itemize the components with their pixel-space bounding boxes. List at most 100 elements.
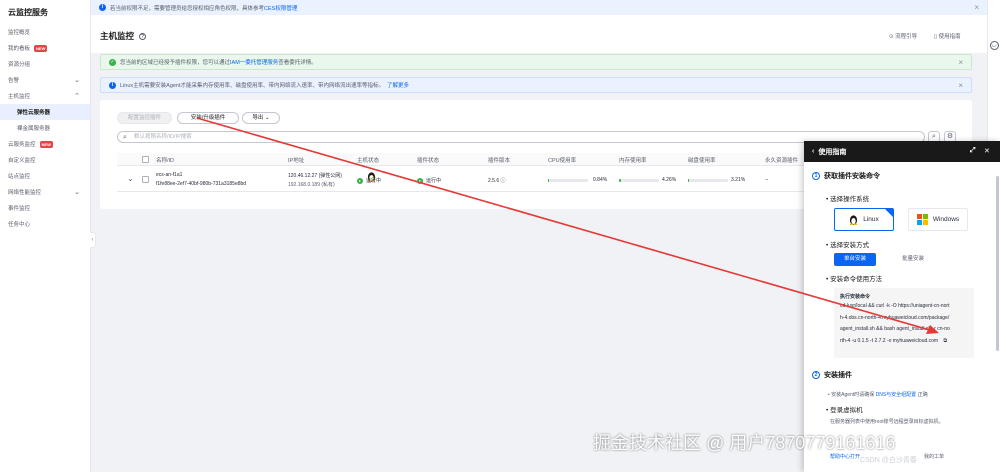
sidebar-item-label: 事件监控: [8, 206, 31, 212]
login-host-text: 登录虚拟机: [830, 407, 863, 414]
cmd-line: cd /usr/local && curl -k -O https://unia…: [840, 303, 950, 309]
disk-usage-fill: [688, 179, 690, 182]
flow-guide-label: 流程引导: [895, 34, 918, 40]
agent-info-alert: i Linux主机需要安装Agent才能采集内存使用率、磁盘使用率、带内网络流入…: [100, 77, 972, 93]
agent-version-text: 2.5.6: [488, 178, 500, 184]
sidebar-nav: 监控概览 我的看板 NEW 资源分组 告警 ⌄ 主机监控 ⌃ 弹性云服务器 裸金属服务器 云服务监控…: [0, 24, 90, 232]
close-icon[interactable]: ✕: [984, 147, 990, 155]
guide-scrollbar[interactable]: [996, 176, 999, 351]
close-icon[interactable]: ×: [974, 3, 979, 12]
page-title: 主机监控?: [100, 30, 147, 42]
agent-alert-link[interactable]: 了解更多: [387, 81, 409, 89]
guide-step-2: 2 安装插件: [812, 370, 852, 380]
auth-alert-tail: 查看委托详情。: [278, 60, 317, 66]
sidebar-item-10[interactable]: 网络性能监控 ⌄: [0, 184, 90, 200]
guide-step-1: 1 获取插件安装命令: [812, 171, 880, 181]
config-plugin-button[interactable]: 配置监控插件: [117, 112, 172, 124]
sidebar-item-6[interactable]: 裸金属服务器: [0, 120, 90, 136]
os-card-windows[interactable]: Windows: [908, 208, 968, 231]
export-button[interactable]: 导出 ⌄: [242, 112, 280, 124]
select-all-checkbox[interactable]: [142, 156, 149, 163]
choose-method-label: • 选择安装方式: [826, 242, 870, 249]
cpu-usage-value: 0.84%: [593, 177, 608, 183]
permission-notice: i 若当前权限不足，需要管理员给您授权相应角色权限，具体参考 CES权限管理 ×: [91, 0, 987, 15]
tab-single-install[interactable]: 单台安装: [834, 253, 876, 266]
help-icon[interactable]: ?: [139, 33, 147, 40]
guide-title: 使用指南: [818, 148, 847, 156]
search-placeholder: 默认按照名称/ID/IP搜索: [134, 134, 192, 140]
perm-plugin-value: --: [765, 177, 769, 183]
os-card-linux[interactable]: Linux: [834, 208, 894, 231]
feedback-smile-icon[interactable]: ◡: [989, 41, 999, 50]
sidebar-item-label: 监控概览: [8, 30, 31, 36]
sidebar-item-label: 告警: [8, 78, 20, 84]
dns-config-link[interactable]: DNS与安全组配置: [876, 392, 917, 398]
sidebar-item-label: 弹性云服务器: [17, 110, 51, 116]
sidebar-item-1[interactable]: 我的看板 NEW: [0, 40, 90, 56]
th-perm: 永久资源插件: [765, 158, 799, 164]
sidebar-item-11[interactable]: 事件监控: [0, 200, 90, 216]
sidebar-item-3[interactable]: 告警 ⌄: [0, 72, 90, 88]
agent-status-text: 运行中: [426, 178, 442, 184]
tab-batch-install[interactable]: 批量安装: [892, 253, 934, 266]
permission-notice-link[interactable]: CES权限管理: [264, 4, 297, 12]
host-name-link[interactable]: ecs-an-f1a1: [156, 172, 182, 178]
cpu-usage-bar: [548, 179, 588, 182]
watermark-small-text: CSDN @白沙青春: [860, 457, 917, 464]
windows-label: Windows: [932, 216, 960, 223]
cmd-title: 执行安装命令: [840, 294, 871, 300]
row-checkbox[interactable]: [142, 176, 149, 183]
close-icon[interactable]: ×: [958, 58, 963, 67]
install-cmd-label: • 安装命令使用方法: [826, 276, 883, 283]
mem-usage-bar: [619, 179, 659, 182]
running-status-icon: ▸: [357, 178, 363, 184]
th-mem: 内存使用率: [619, 158, 647, 164]
guide-panel-header: ‹ 使用指南 ⤢ ✕: [804, 141, 1000, 162]
sidebar-item-label: 主机监控: [8, 94, 31, 100]
public-ip[interactable]: 120.46.12.27 (弹性公网): [288, 172, 342, 179]
sidebar-item-12[interactable]: 任务中心: [0, 216, 90, 232]
sidebar-item-9[interactable]: 站点监控: [0, 168, 90, 184]
mem-usage-value: 4.26%: [662, 177, 677, 183]
running-status-icon: ▸: [417, 178, 423, 184]
export-label: 导出: [252, 115, 264, 121]
step-2-title: 安装插件: [824, 372, 852, 379]
host-id: f1fe88ee-2ef7-40bf-980b-731a3185e8bd: [156, 181, 247, 187]
search-icon: ⌕: [123, 134, 127, 141]
sidebar-item-7[interactable]: 云服务监控 NEW: [0, 136, 90, 152]
sidebar-item-4[interactable]: 主机监控 ⌃: [0, 88, 90, 104]
windows-logo-icon: [916, 214, 928, 225]
sidebar-item-5[interactable]: 弹性云服务器: [0, 104, 90, 120]
sidebar-item-label: 我的看板: [8, 46, 31, 52]
sidebar-item-0[interactable]: 监控概览: [0, 24, 90, 40]
sidebar-collapse-handle[interactable]: ‹: [90, 232, 96, 248]
th-disk: 磁盘使用率: [688, 158, 716, 164]
flow-guide-link[interactable]: ⊙ 流程引导: [889, 32, 917, 40]
sidebar-brand: 云监控服务: [8, 8, 48, 17]
back-chevron-icon[interactable]: ‹: [812, 148, 814, 155]
step-1-title: 获取插件安装命令: [824, 173, 880, 180]
new-badge: NEW: [34, 44, 48, 52]
login-host-desc: 在服务器列表中使用root账号远程登录目标虚拟机。: [830, 419, 944, 425]
auth-alert-link[interactable]: IAM一委托管理服务: [230, 58, 278, 66]
copy-icon[interactable]: ⧉: [944, 338, 948, 344]
agent-version: 2.5.6 ⓘ: [488, 178, 506, 184]
sidebar-item-8[interactable]: 自定义监控: [0, 152, 90, 168]
sidebar-item-2[interactable]: 资源分组: [0, 56, 90, 72]
install-plugin-button[interactable]: 安装/升级插件: [177, 112, 239, 124]
disk-usage-value: 3.21%: [731, 177, 746, 183]
chevron-icon: ⌄: [74, 189, 80, 196]
new-badge: NEW: [39, 140, 53, 148]
th-agent-status: 插件状态: [417, 158, 440, 164]
expand-icon[interactable]: ⤢: [970, 147, 976, 155]
close-icon[interactable]: ×: [958, 81, 963, 90]
th-name: 名称/ID: [156, 158, 175, 164]
my-ticket-link[interactable]: 我的工单: [924, 453, 944, 460]
sidebar: 云监控服务 监控概览 我的看板 NEW 资源分组 告警 ⌄ 主机监控 ⌃ 弹性云服务器 裸金属服务…: [0, 0, 91, 472]
usage-guide-link[interactable]: ▯ 使用指南: [934, 32, 961, 40]
expand-chevron-icon[interactable]: ⌄: [127, 174, 134, 183]
usage-guide-label: 使用指南: [938, 34, 961, 40]
sidebar-item-label: 云服务监控: [8, 142, 36, 148]
install-cmd-text: 安装命令使用方法: [830, 276, 883, 283]
auth-success-alert: ✓ 您当前的区域已经授予插件权限，您可以通过 IAM一委托管理服务 查看委托详情…: [100, 54, 972, 70]
